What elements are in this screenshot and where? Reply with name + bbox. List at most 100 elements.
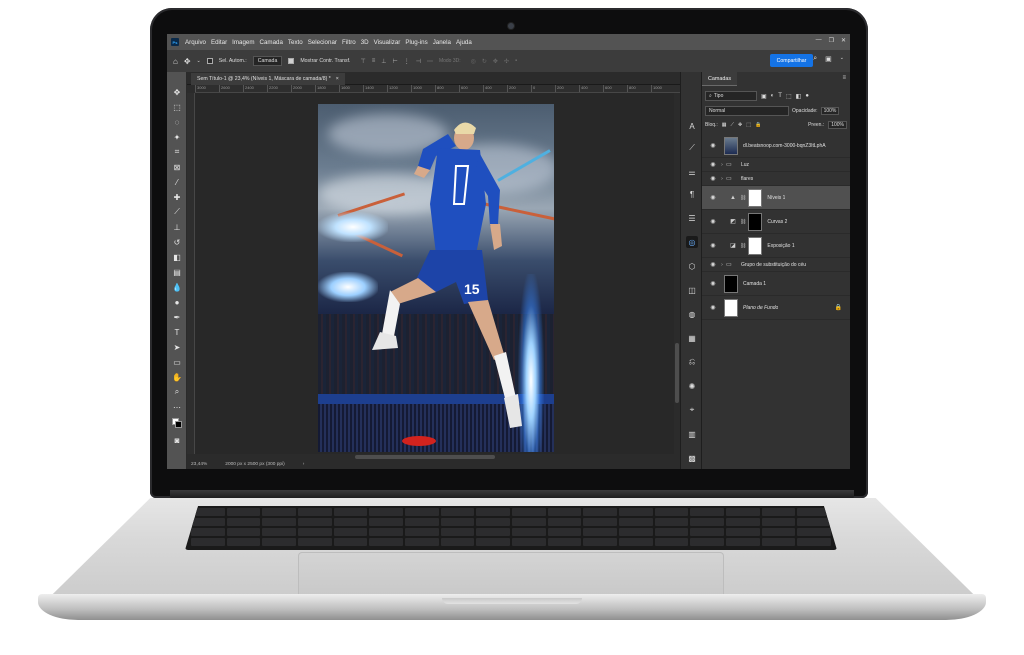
menu-editar[interactable]: Editar	[211, 39, 227, 46]
chevron-down-icon[interactable]: ⌄	[840, 55, 844, 63]
adjustment-filter-icon[interactable]: ◐	[771, 93, 775, 100]
menu-3d[interactable]: 3D	[361, 39, 369, 46]
styles-icon[interactable]: ✺	[686, 380, 698, 392]
align-middle-icon[interactable]: ≡	[372, 58, 376, 65]
marquee-icon[interactable]: ⬚	[171, 101, 183, 113]
more-icon[interactable]: ⋯	[171, 401, 183, 413]
gradients-icon[interactable]: ▥	[686, 428, 698, 440]
crop-icon[interactable]: ⌗	[171, 146, 183, 158]
lasso-icon[interactable]: ◌	[171, 116, 183, 128]
menu-ajuda[interactable]: Ajuda	[456, 39, 472, 46]
workspace-icon[interactable]: ▣	[825, 55, 832, 63]
chevron-right-icon[interactable]: ›	[718, 176, 726, 182]
quick-mask-icon[interactable]: ◙	[171, 434, 183, 446]
align-top-icon[interactable]: ⊤	[361, 58, 366, 65]
restore-icon[interactable]: ❐	[829, 37, 834, 44]
link-icon[interactable]: ⛓	[740, 219, 746, 225]
layer-group-row[interactable]: ◉ › ▭ flares	[702, 172, 850, 186]
dodge-icon[interactable]: ●	[171, 296, 183, 308]
layer-row[interactable]: ◉ ◩ ⛓ Curvas 2	[702, 210, 850, 234]
close-window-icon[interactable]: ✕	[841, 37, 846, 44]
zoom-level[interactable]: 23,44%	[191, 462, 207, 467]
roll-icon[interactable]: ↻	[482, 58, 487, 65]
blur-icon[interactable]: 💧	[171, 281, 183, 293]
chevron-right-icon[interactable]: ›	[718, 262, 726, 268]
lock-artboard-icon[interactable]: ⬚	[746, 122, 751, 128]
lock-position-icon[interactable]: ✥	[738, 122, 742, 128]
layers-icon[interactable]: ◎	[686, 236, 698, 248]
eyedropper-icon[interactable]: ⁄	[171, 176, 183, 188]
align-left-icon[interactable]: ⊢	[392, 58, 397, 65]
filter-toggle-icon[interactable]: ●	[805, 93, 809, 100]
scroll-thumb[interactable]	[675, 343, 679, 403]
menu-camada[interactable]: Camada	[260, 39, 283, 46]
layer-mask-thumbnail[interactable]	[748, 188, 763, 207]
layer-mask-thumbnail[interactable]	[748, 236, 763, 255]
layer-row[interactable]: ◉ ◪ ⛓ Exposição 1	[702, 234, 850, 258]
history-brush-icon[interactable]: ↺	[171, 236, 183, 248]
close-tab-icon[interactable]: ×	[336, 76, 339, 82]
link-icon[interactable]: ⛓	[740, 195, 746, 201]
properties-icon[interactable]: ☰	[686, 212, 698, 224]
channels-icon[interactable]: ◫	[686, 284, 698, 296]
eye-icon[interactable]: ◉	[708, 242, 718, 249]
rectangle-icon[interactable]: ▭	[171, 356, 183, 368]
hand-icon[interactable]: ✋	[171, 371, 183, 383]
3d-icon[interactable]: ⬡	[686, 260, 698, 272]
eye-icon[interactable]: ◉	[708, 304, 718, 311]
eye-icon[interactable]: ◉	[708, 280, 718, 287]
distribute-icon[interactable]: ⋯	[427, 58, 433, 65]
document-image[interactable]: 15	[318, 104, 554, 452]
auto-select-dropdown[interactable]: Camada	[252, 56, 283, 66]
path-select-icon[interactable]: ➤	[171, 341, 183, 353]
opacity-input[interactable]: 100%	[820, 107, 840, 115]
layer-group-row[interactable]: ◉ › ▭ Luz	[702, 158, 850, 172]
align-bottom-icon[interactable]: ⊥	[381, 58, 386, 65]
share-button[interactable]: Compartilhar	[770, 54, 813, 67]
smart-object-filter-icon[interactable]: ◧	[796, 93, 802, 100]
lock-all-icon[interactable]: 🔒	[755, 122, 761, 128]
gradient-icon[interactable]: ▤	[171, 266, 183, 278]
menu-janela[interactable]: Janela	[433, 39, 451, 46]
search-icon[interactable]: ⌕	[813, 55, 817, 63]
color-icon[interactable]: ◍	[686, 308, 698, 320]
magic-wand-icon[interactable]: ✦	[171, 131, 183, 143]
align-center-icon[interactable]: ⋮	[404, 58, 410, 65]
slide-icon[interactable]: ✣	[504, 58, 509, 65]
zoom-icon[interactable]: ⌕	[171, 386, 183, 398]
auto-select-checkbox[interactable]	[206, 58, 213, 64]
menu-imagem[interactable]: Imagem	[232, 39, 254, 46]
document-size[interactable]: 2000 px x 2500 px (300 ppi)	[225, 462, 284, 467]
eye-icon[interactable]: ◉	[708, 218, 718, 225]
brush-settings-icon[interactable]: ⟋	[686, 142, 698, 154]
lock-icon[interactable]: 🔒	[835, 304, 842, 311]
filter-kind-dropdown[interactable]: ⌕ Tipo	[705, 91, 757, 101]
eye-icon[interactable]: ◉	[708, 161, 718, 168]
history-icon[interactable]: ⎌	[686, 356, 698, 368]
blend-mode-dropdown[interactable]: Normal	[705, 106, 789, 116]
fill-input[interactable]: 100%	[828, 121, 847, 129]
layers-tab[interactable]: Camadas	[702, 72, 738, 86]
link-icon[interactable]: ⛓	[740, 243, 746, 249]
eye-icon[interactable]: ◉	[708, 261, 718, 268]
menu-visualizar[interactable]: Visualizar	[374, 39, 401, 46]
swatches-icon[interactable]: ▦	[686, 332, 698, 344]
pen-icon[interactable]: ✒	[171, 311, 183, 323]
eye-icon[interactable]: ◉	[708, 175, 718, 182]
eye-icon[interactable]: ◉	[708, 142, 718, 149]
orbit-icon[interactable]: ◎	[471, 58, 476, 65]
move-tool-icon[interactable]: ✥	[184, 57, 191, 66]
document-tab[interactable]: Sem Título-1 @ 23,4% (Níveis 1, Máscara …	[191, 73, 345, 85]
menu-filtro[interactable]: Filtro	[342, 39, 356, 46]
lock-pixels-icon[interactable]: ▦	[722, 122, 727, 128]
align-right-icon[interactable]: ⊣	[416, 58, 421, 65]
menu-selecionar[interactable]: Selecionar	[308, 39, 337, 46]
adjustments-icon[interactable]: ⚌	[686, 166, 698, 178]
character-icon[interactable]: A	[686, 120, 698, 132]
frame-icon[interactable]: ⊠	[171, 161, 183, 173]
layer-row[interactable]: ◉ Camada 1	[702, 272, 850, 296]
brush-icon[interactable]: ⟋	[171, 206, 183, 218]
pixel-filter-icon[interactable]: ▣	[761, 93, 767, 100]
scroll-thumb[interactable]	[355, 455, 495, 459]
chevron-down-icon[interactable]: ⌄	[197, 58, 201, 64]
